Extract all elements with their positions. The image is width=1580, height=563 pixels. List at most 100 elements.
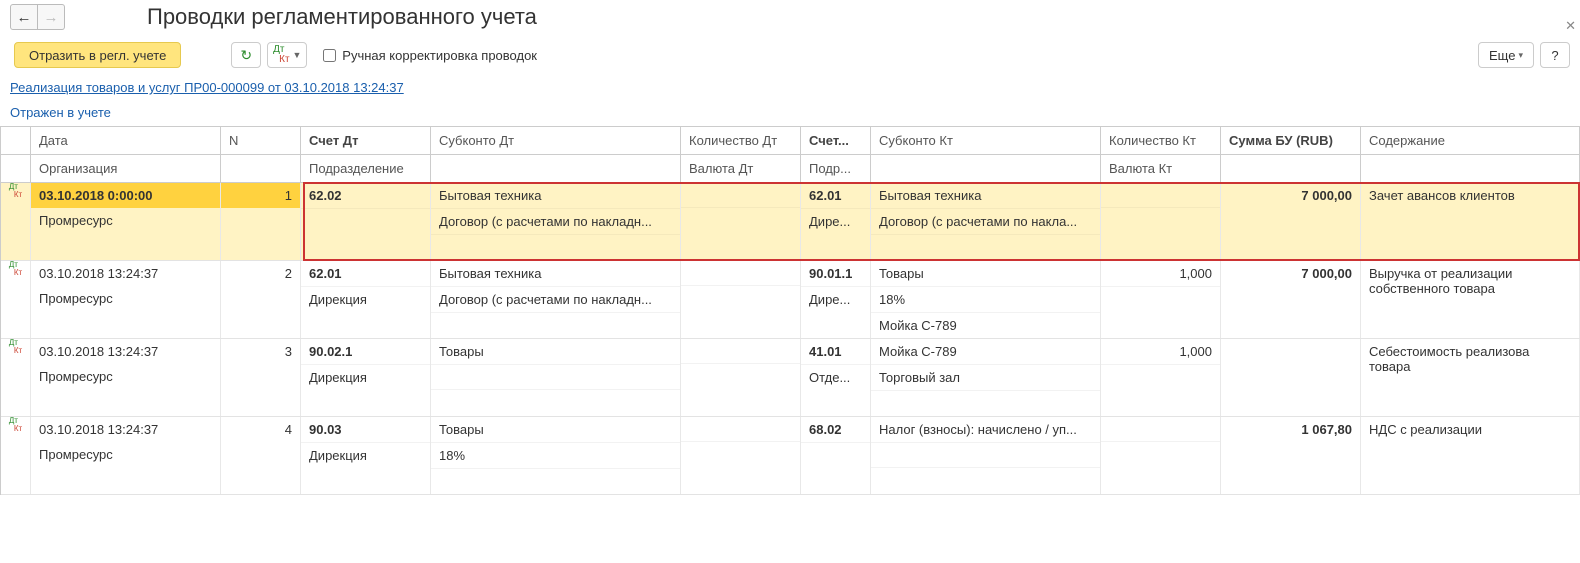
cell-value: 90.03 [301,417,430,443]
sum-cell: 1 067,80 [1221,417,1361,494]
dtkt-icon: ДтКт [273,45,289,65]
page-title: Проводки регламентированного учета [147,4,537,30]
row-icon-cell: ДтКт [1,183,31,260]
n-cell: 3 [221,339,301,416]
cell-value [681,286,800,311]
cell-value: Бытовая техника [871,183,1100,209]
cell-value: 62.01 [301,261,430,287]
sub-kt-cell: Товары18%Мойка С-789 [871,261,1101,338]
cell-value: 1,000 [1101,261,1220,287]
cell-value: Товары [431,417,680,443]
cell-value: 1 [221,183,300,208]
acc-kt-cell: 68.02 [801,417,871,494]
descr-cell: Себестоимость реализова товара [1361,339,1580,416]
cell-value: НДС с реализации [1361,417,1579,442]
n-cell: 1 [221,183,301,260]
date-org-cell: 03.10.2018 0:00:00Промресурс [31,183,221,260]
cell-value: Себестоимость реализова товара [1361,339,1579,379]
cell-value [301,209,430,234]
qty-kt-cell: 1,000 [1101,339,1221,416]
cell-value [431,235,680,260]
nav-forward-button[interactable]: → [38,4,65,30]
cell-value [681,183,800,208]
cell-value: 1,000 [1101,339,1220,365]
col-qty-kt[interactable]: Количество Кт [1101,127,1221,155]
cell-value: Дире... [801,209,870,234]
source-document-link[interactable]: Реализация товаров и услуг ПР00-000099 о… [0,76,414,99]
col-dept[interactable]: Подразделение [301,155,431,183]
col-acc-kt[interactable]: Счет... [801,127,871,155]
cell-value [871,235,1100,260]
col-qty-dt[interactable]: Количество Дт [681,127,801,155]
chevron-down-icon: ▾ [1518,50,1523,61]
more-button[interactable]: Еще ▾ [1478,42,1534,68]
acc-dt-cell: 90.02.1Дирекция [301,339,431,416]
sub-dt-cell: Товары18% [431,417,681,494]
dtkt-register-button[interactable]: ДтКт ▼ [267,42,307,68]
col-acc-dt[interactable]: Счет Дт [301,127,431,155]
cell-value [871,468,1100,493]
n-cell: 4 [221,417,301,494]
manual-correction-input[interactable] [323,49,336,62]
table-row[interactable]: ДтКт03.10.2018 0:00:00Промресурс162.02 Бы… [1,183,1580,261]
refresh-button[interactable]: ↻ [231,42,261,68]
table-row[interactable]: ДтКт03.10.2018 13:24:37Промресурс490.03Д… [1,417,1580,495]
col-curr-kt[interactable]: Валюта Кт [1101,155,1221,183]
cell-value [801,443,870,468]
cell-value: 62.01 [801,183,870,209]
col-dept-kt[interactable]: Подр... [801,155,871,183]
row-icon-cell: ДтКт [1,417,31,494]
cell-value [431,365,680,390]
cell-value [681,442,800,467]
cell-value: Бытовая техника [431,261,680,287]
col-icon[interactable] [1,127,31,155]
cell-value: Договор (с расчетами по накладн... [431,287,680,313]
sum-cell: 7 000,00 [1221,183,1361,260]
cell-value: Договор (с расчетами по накладн... [431,209,680,235]
dtkt-icon: ДтКт [9,261,22,277]
cell-value: Дирекция [301,443,430,468]
acc-dt-cell: 62.02 [301,183,431,260]
col-org[interactable]: Организация [31,155,221,183]
close-icon[interactable]: ✕ [1565,18,1576,34]
manual-correction-label: Ручная корректировка проводок [342,48,537,63]
acc-dt-cell: 90.03Дирекция [301,417,431,494]
col-date[interactable]: Дата [31,127,221,155]
col-sum[interactable]: Сумма БУ (RUB) [1221,127,1361,155]
cell-value: Товары [431,339,680,365]
cell-value: Торговый зал [871,365,1100,391]
cell-value: 62.02 [301,183,430,209]
acc-kt-cell: 90.01.1Дире... [801,261,871,338]
cell-value: 3 [221,339,300,364]
qty-dt-cell [681,261,801,338]
col-n[interactable]: N [221,127,301,155]
cell-value [1221,339,1360,364]
col-curr-dt[interactable]: Валюта Дт [681,155,801,183]
nav-back-button[interactable]: ← [10,4,38,30]
cell-value: 7 000,00 [1221,261,1360,286]
row-icon-cell: ДтКт [1,339,31,416]
date-org-cell: 03.10.2018 13:24:37Промресурс [31,339,221,416]
cell-value: 18% [431,443,680,469]
cell-value [1101,442,1220,467]
entries-grid: Дата N Счет Дт Субконто Дт Количество Дт… [0,126,1580,495]
cell-value: Товары [871,261,1100,287]
cell-value [681,364,800,389]
reflect-button[interactable]: Отразить в регл. учете [14,42,181,68]
cell-value [681,339,800,364]
table-row[interactable]: ДтКт03.10.2018 13:24:37Промресурс390.02.… [1,339,1580,417]
cell-value [1101,208,1220,233]
col-sub-dt[interactable]: Субконто Дт [431,127,681,155]
col-descr[interactable]: Содержание [1361,127,1580,155]
table-row[interactable]: ДтКт03.10.2018 13:24:37Промресурс262.01Д… [1,261,1580,339]
cell-value: Промресурс [31,286,220,311]
manual-correction-checkbox[interactable]: Ручная корректировка проводок [319,46,537,65]
cell-value [681,261,800,286]
col-sub-kt[interactable]: Субконто Кт [871,127,1101,155]
descr-cell: НДС с реализации [1361,417,1580,494]
cell-value: Дирекция [301,287,430,312]
cell-value: Выручка от реализации собственного товар… [1361,261,1579,301]
help-button[interactable]: ? [1540,42,1570,68]
qty-kt-cell: 1,000 [1101,261,1221,338]
date-org-cell: 03.10.2018 13:24:37Промресурс [31,261,221,338]
